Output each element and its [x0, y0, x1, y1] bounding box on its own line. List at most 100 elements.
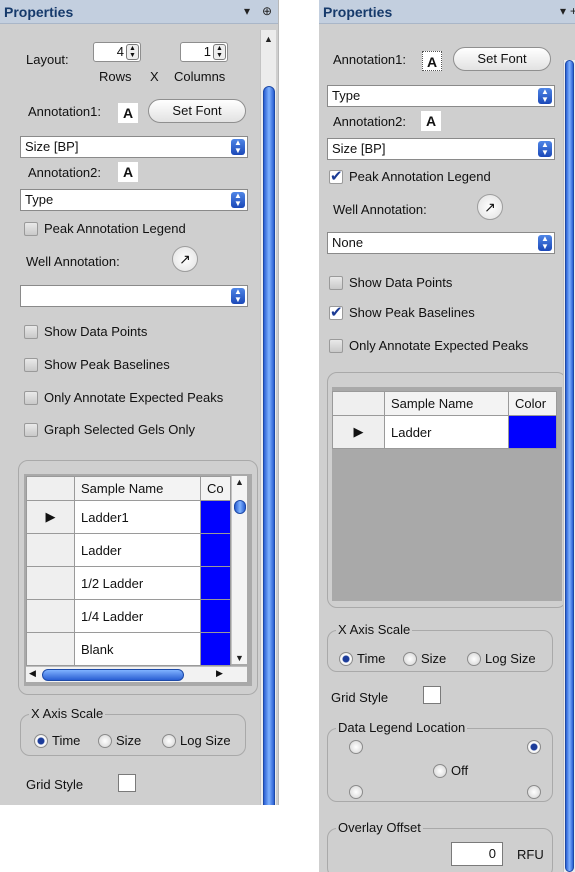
dropdown-menu-icon[interactable]: ▾ [560, 4, 566, 18]
set-font-button[interactable]: Set Font [453, 47, 551, 71]
x-axis-time-radio[interactable] [339, 652, 353, 666]
dropdown-arrow-icon[interactable]: ▲ ▼ [231, 139, 245, 155]
legend-bottom-left-radio[interactable] [349, 785, 363, 799]
peak-annotation-legend-checkbox[interactable] [24, 222, 38, 236]
x-axis-logsize-radio[interactable] [162, 734, 176, 748]
color-cell[interactable] [200, 632, 231, 666]
sample-name-cell[interactable]: Ladder [74, 533, 201, 567]
only-annotate-expected-checkbox[interactable] [329, 339, 343, 353]
table-row[interactable]: 1/2 Ladder [26, 566, 231, 600]
well-annotation-picker-icon[interactable]: ↗ [172, 246, 198, 272]
annotation2-select[interactable]: Type ▲ ▼ [20, 189, 248, 211]
current-row-indicator-icon[interactable]: ▶ [26, 500, 75, 534]
show-peak-baselines-checkbox[interactable] [329, 303, 343, 321]
show-data-points-checkbox[interactable] [329, 276, 343, 290]
annotation-font-glyph-icon: A [422, 51, 442, 71]
panel-titlebar: Properties ▾ + [319, 0, 575, 24]
legend-bottom-right-radio[interactable] [527, 785, 541, 799]
color-cell[interactable] [200, 533, 231, 567]
column-header-sample-name[interactable]: Sample Name [384, 391, 509, 416]
sample-name-cell[interactable]: Ladder [384, 415, 509, 449]
show-peak-baselines-checkbox[interactable] [24, 358, 38, 372]
x-axis-logsize-radio[interactable] [467, 652, 481, 666]
dropdown-menu-icon[interactable]: ▾ [244, 4, 250, 18]
color-cell[interactable] [508, 415, 557, 449]
table-row[interactable]: 1/4 Ladder [26, 599, 231, 633]
well-annotation-select[interactable]: ▲ ▼ [20, 285, 248, 307]
x-axis-logsize-label: Log Size [180, 733, 231, 748]
table-scroll-thumb[interactable] [234, 500, 246, 514]
well-annotation-picker-icon[interactable]: ↗ [477, 194, 503, 220]
row-header[interactable] [26, 533, 75, 567]
horizontal-scroll-thumb[interactable] [42, 669, 184, 681]
panel-title: Properties [4, 4, 74, 20]
table-row[interactable]: ▶ Ladder [332, 415, 557, 449]
annotation2-label: Annotation2: [28, 165, 102, 180]
show-data-points-checkbox[interactable] [24, 325, 38, 339]
table-header-row: Sample Name Co [26, 476, 231, 501]
graph-selected-gels-checkbox[interactable] [24, 423, 38, 437]
annotation2-select-value: Size [BP] [332, 141, 386, 156]
grid-style-swatch[interactable] [118, 774, 136, 792]
sample-name-cell[interactable]: 1/4 Ladder [74, 599, 201, 633]
x-axis-size-radio[interactable] [403, 652, 417, 666]
dropdown-arrow-icon[interactable]: ▲ ▼ [538, 141, 552, 157]
scroll-right-icon[interactable]: ▶ [216, 668, 223, 679]
scroll-down-icon[interactable]: ▼ [235, 653, 244, 663]
column-header-color[interactable]: Color [508, 391, 557, 416]
color-cell[interactable] [200, 566, 231, 600]
grid-style-swatch[interactable] [423, 686, 441, 704]
column-header-color[interactable]: Co [200, 476, 231, 501]
x-axis-time-radio[interactable] [34, 734, 48, 748]
x-axis-size-label: Size [421, 651, 447, 666]
annotation1-select[interactable]: Size [BP] ▲ ▼ [20, 136, 248, 158]
columns-spinner[interactable]: 1 ▲ ▼ [180, 42, 228, 62]
annotation1-select[interactable]: Type ▲ ▼ [327, 85, 555, 107]
panel-vertical-scrollbar[interactable] [563, 60, 575, 872]
scroll-up-icon[interactable]: ▲ [264, 34, 273, 44]
peak-annotation-legend-checkbox[interactable] [329, 167, 343, 185]
scroll-left-icon[interactable]: ◀ [29, 668, 36, 679]
current-row-indicator-icon[interactable]: ▶ [332, 415, 385, 449]
color-cell[interactable] [200, 500, 231, 534]
legend-top-left-radio[interactable] [349, 740, 363, 754]
sample-name-cell[interactable]: Ladder1 [74, 500, 201, 534]
dropdown-arrow-icon[interactable]: ▲ ▼ [538, 235, 552, 251]
well-annotation-select[interactable]: None ▲ ▼ [327, 232, 555, 254]
legend-off-label: Off [451, 763, 469, 778]
dropdown-arrow-icon[interactable]: ▲ ▼ [231, 192, 245, 208]
panel-vertical-scrollbar[interactable]: ▲ [260, 30, 276, 805]
annotation2-select[interactable]: Size [BP] ▲ ▼ [327, 138, 555, 160]
rows-spinner[interactable]: 4 ▲ ▼ [93, 42, 141, 62]
spinner-arrows-icon[interactable]: ▲ ▼ [126, 44, 139, 60]
pin-icon[interactable]: ⊕ [262, 4, 272, 18]
row-header[interactable] [26, 632, 75, 666]
properties-panel-right: Properties ▾ + Annotation1: A Set Font T… [319, 0, 575, 872]
sample-name-cell[interactable]: Blank [74, 632, 201, 666]
row-header[interactable] [26, 599, 75, 633]
only-annotate-expected-checkbox[interactable] [24, 391, 38, 405]
dropdown-arrow-icon[interactable]: ▲ ▼ [231, 288, 245, 304]
row-header[interactable] [26, 566, 75, 600]
color-cell[interactable] [200, 599, 231, 633]
pin-icon[interactable]: + [570, 4, 575, 18]
table-row[interactable]: Ladder [26, 533, 231, 567]
legend-top-right-radio[interactable] [527, 740, 541, 754]
scroll-up-icon[interactable]: ▲ [235, 477, 244, 487]
x-axis-size-radio[interactable] [98, 734, 112, 748]
annotation1-label: Annotation1: [333, 52, 407, 67]
table-horizontal-scrollbar[interactable]: ◀ ▶ [26, 666, 247, 682]
column-header-sample-name[interactable]: Sample Name [74, 476, 201, 501]
set-font-button[interactable]: Set Font [148, 99, 246, 123]
dropdown-arrow-icon[interactable]: ▲ ▼ [538, 88, 552, 104]
sample-name-cell[interactable]: 1/2 Ladder [74, 566, 201, 600]
table-row[interactable]: Blank [26, 632, 231, 666]
overlay-offset-input[interactable]: 0 [451, 842, 503, 866]
legend-off-radio[interactable] [433, 764, 447, 778]
spinner-arrows-icon[interactable]: ▲ ▼ [213, 44, 226, 60]
panel-scroll-thumb[interactable] [565, 60, 574, 872]
annotation-font-glyph-icon: A [118, 162, 138, 182]
table-row[interactable]: ▶ Ladder1 [26, 500, 231, 534]
panel-scroll-thumb[interactable] [263, 86, 275, 805]
table-vertical-scrollbar[interactable]: ▲ ▼ [231, 476, 247, 664]
